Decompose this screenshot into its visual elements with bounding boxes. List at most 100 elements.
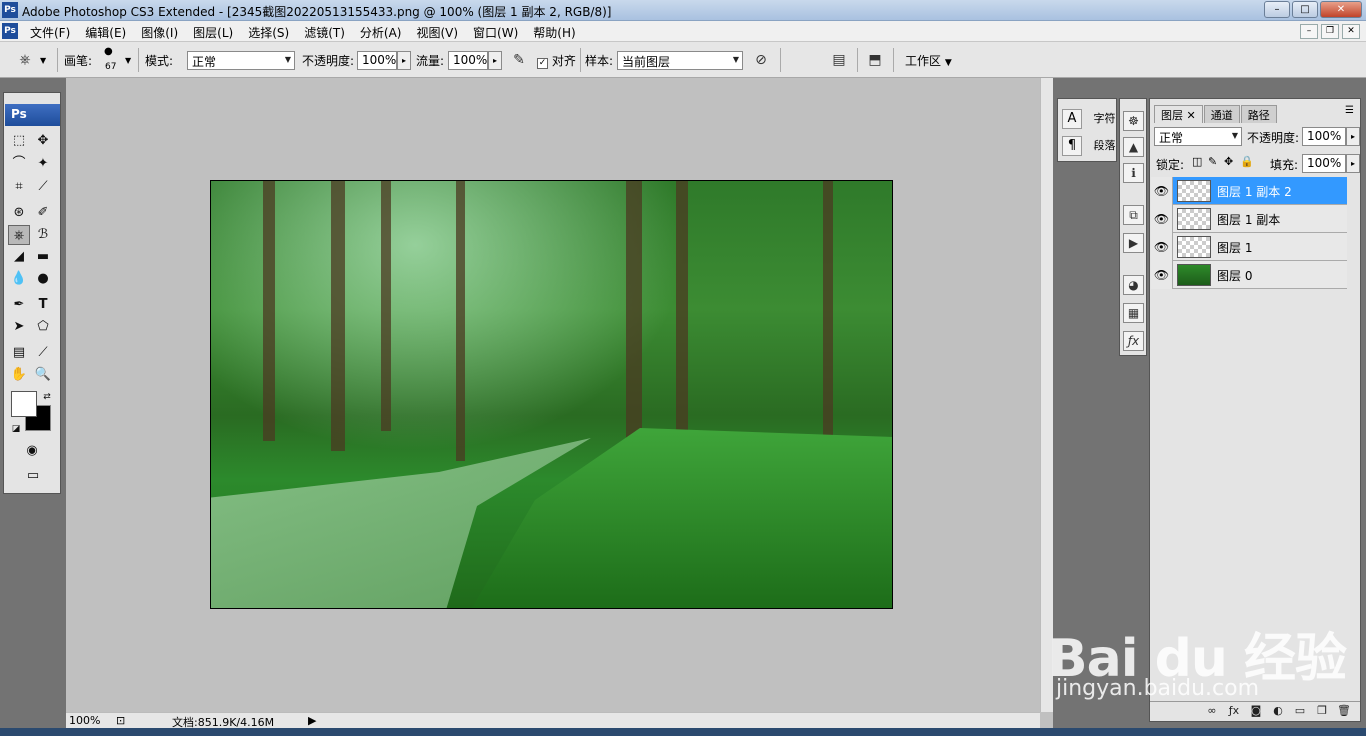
- preset-dropdown-icon[interactable]: ▼: [40, 56, 46, 65]
- tab-channels[interactable]: 通道: [1203, 105, 1240, 123]
- eyedropper-tool-icon[interactable]: ⟋: [32, 343, 54, 363]
- hand-tool-icon[interactable]: ✋: [8, 365, 30, 385]
- brush-dot-icon[interactable]: ●: [104, 46, 113, 57]
- bridge-icon[interactable]: ⬒: [864, 50, 886, 70]
- gradient-tool-icon[interactable]: ▬: [32, 247, 54, 267]
- new-group-icon[interactable]: ▭: [1292, 704, 1308, 719]
- airbrush-icon[interactable]: ✎: [508, 50, 530, 70]
- move-tool-icon[interactable]: ✥: [32, 131, 54, 151]
- lock-image-icon[interactable]: ✎: [1208, 155, 1217, 168]
- menu-file[interactable]: 文件(F): [22, 24, 77, 41]
- toolbox-header[interactable]: Ps: [5, 104, 60, 126]
- palette-well-icon[interactable]: ▤: [828, 50, 850, 70]
- menu-filter[interactable]: 滤镜(T): [296, 24, 352, 41]
- workspace-button[interactable]: 工作区 ▼: [905, 52, 952, 69]
- tab-layers[interactable]: 图层 ✕: [1154, 105, 1203, 123]
- new-layer-icon[interactable]: ❐: [1314, 704, 1330, 719]
- close-button[interactable]: ✕: [1320, 1, 1362, 18]
- status-menu-arrow-icon[interactable]: ▶: [308, 714, 316, 727]
- tab-paths[interactable]: 路径: [1240, 105, 1277, 123]
- info-icon[interactable]: ℹ: [1123, 163, 1144, 183]
- menu-image[interactable]: 图像(I): [133, 24, 185, 41]
- history-brush-tool-icon[interactable]: ℬ: [32, 225, 54, 245]
- flow-slider-button[interactable]: ▸: [488, 51, 502, 70]
- styles-icon[interactable]: ƒx: [1123, 331, 1144, 351]
- type-tool-icon[interactable]: T: [32, 295, 54, 315]
- status-icon[interactable]: ⊡: [116, 714, 125, 727]
- magic-wand-tool-icon[interactable]: ✦: [32, 154, 54, 174]
- brush-size[interactable]: 67: [105, 62, 116, 72]
- visibility-eye-icon[interactable]: 👁: [1151, 261, 1173, 289]
- pen-tool-icon[interactable]: ✒: [8, 295, 30, 315]
- layer-row[interactable]: 👁 图层 1 副本: [1151, 205, 1347, 233]
- crop-tool-icon[interactable]: ⌗: [8, 177, 30, 197]
- screen-mode-icon[interactable]: ▭: [16, 466, 50, 486]
- foreground-color[interactable]: [11, 391, 37, 417]
- visibility-eye-icon[interactable]: 👁: [1151, 205, 1173, 233]
- mode-select[interactable]: 正常: [187, 51, 295, 70]
- visibility-eye-icon[interactable]: 👁: [1151, 177, 1173, 205]
- align-checkbox[interactable]: ✓: [537, 58, 548, 69]
- layer-row[interactable]: 👁 图层 1 副本 2: [1151, 177, 1347, 205]
- shape-tool-icon[interactable]: ⬠: [32, 317, 54, 337]
- path-selection-tool-icon[interactable]: ➤: [8, 317, 30, 337]
- brush-tool-icon[interactable]: ✐: [32, 203, 54, 223]
- document-canvas[interactable]: [210, 180, 893, 609]
- opacity-slider-button[interactable]: ▸: [397, 51, 411, 70]
- menu-help[interactable]: 帮助(H): [525, 24, 582, 41]
- history-icon[interactable]: ⧉: [1123, 205, 1144, 225]
- opacity-input[interactable]: 100%: [357, 51, 397, 70]
- notes-tool-icon[interactable]: ▤: [8, 343, 30, 363]
- blur-tool-icon[interactable]: 💧: [8, 269, 30, 289]
- layer-style-icon[interactable]: ƒx: [1226, 704, 1242, 719]
- character-item[interactable]: A 字符: [1062, 109, 1116, 133]
- fill-input[interactable]: 100%: [1302, 154, 1346, 173]
- lock-transparent-icon[interactable]: ◫: [1192, 155, 1202, 168]
- color-icon[interactable]: ◕: [1123, 275, 1144, 295]
- minimize-button[interactable]: –: [1264, 1, 1290, 18]
- layer-mask-icon[interactable]: ◙: [1248, 704, 1264, 719]
- visibility-eye-icon[interactable]: 👁: [1151, 233, 1173, 261]
- lock-position-icon[interactable]: ✥: [1224, 155, 1233, 168]
- layer-row[interactable]: 👁 图层 1: [1151, 233, 1347, 261]
- link-layers-icon[interactable]: ∞: [1204, 704, 1220, 719]
- layer-opacity-slider-button[interactable]: ▸: [1346, 127, 1360, 146]
- lock-all-icon[interactable]: 🔒: [1240, 155, 1254, 168]
- zoom-level[interactable]: 100%: [69, 714, 100, 727]
- clone-stamp-preset-icon[interactable]: ⎈: [14, 50, 36, 70]
- lasso-tool-icon[interactable]: ⌒: [8, 154, 30, 174]
- clone-stamp-tool-icon[interactable]: ⎈: [8, 225, 30, 245]
- maximize-button[interactable]: □: [1292, 1, 1318, 18]
- quick-mask-icon[interactable]: ◉: [21, 441, 43, 461]
- default-colors-icon[interactable]: ◪: [5, 419, 27, 439]
- doc-restore-button[interactable]: ❐: [1321, 24, 1339, 39]
- blend-mode-select[interactable]: 正常: [1154, 127, 1242, 146]
- histogram-icon[interactable]: ▲: [1123, 137, 1144, 157]
- dodge-tool-icon[interactable]: ●: [32, 269, 54, 289]
- close-tab-icon[interactable]: ✕: [1187, 109, 1196, 122]
- doc-minimize-button[interactable]: –: [1300, 24, 1318, 39]
- eraser-tool-icon[interactable]: ◢: [8, 247, 30, 267]
- panel-menu-icon[interactable]: ☰: [1345, 105, 1354, 116]
- navigator-icon[interactable]: ☸: [1123, 111, 1144, 131]
- paragraph-item[interactable]: ¶ 段落: [1062, 136, 1116, 160]
- horizontal-scrollbar[interactable]: [322, 712, 1040, 728]
- fill-slider-button[interactable]: ▸: [1346, 154, 1360, 173]
- swatches-icon[interactable]: ▦: [1123, 303, 1144, 323]
- align-checkbox-wrap[interactable]: ✓ 对齐: [537, 52, 576, 69]
- brush-dropdown-icon[interactable]: ▼: [125, 56, 131, 65]
- menu-analysis[interactable]: 分析(A): [352, 24, 409, 41]
- zoom-tool-icon[interactable]: 🔍: [32, 365, 54, 385]
- adjustment-layer-icon[interactable]: ◐: [1270, 704, 1286, 719]
- doc-close-button[interactable]: ✕: [1342, 24, 1360, 39]
- ignore-adjustment-layers-icon[interactable]: ⊘: [750, 50, 772, 70]
- marquee-tool-icon[interactable]: ⬚: [8, 131, 30, 151]
- menu-layer[interactable]: 图层(L): [185, 24, 240, 41]
- menu-view[interactable]: 视图(V): [408, 24, 465, 41]
- layer-opacity-input[interactable]: 100%: [1302, 127, 1346, 146]
- vertical-scrollbar[interactable]: [1040, 78, 1053, 712]
- menu-edit[interactable]: 编辑(E): [77, 24, 133, 41]
- flow-input[interactable]: 100%: [448, 51, 488, 70]
- delete-layer-icon[interactable]: 🗑: [1336, 704, 1352, 719]
- menu-select[interactable]: 选择(S): [240, 24, 296, 41]
